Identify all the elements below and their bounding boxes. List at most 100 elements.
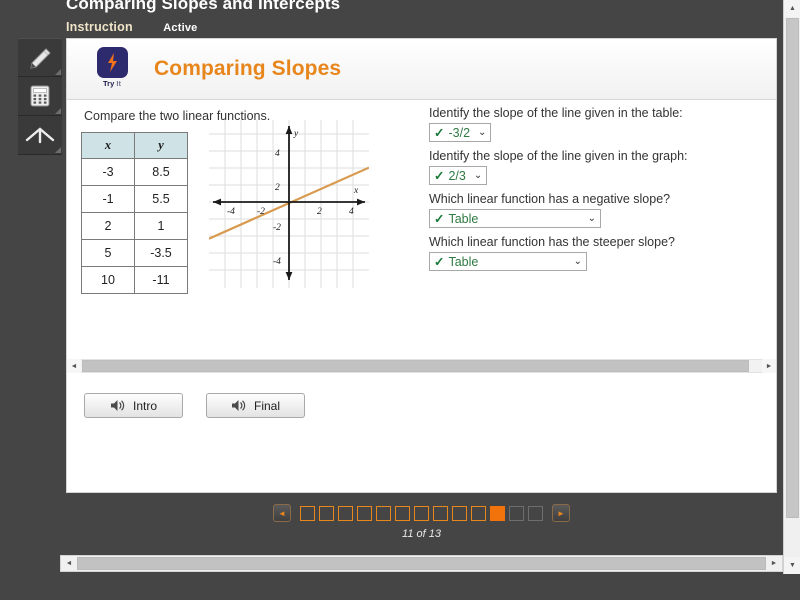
scroll-left-icon[interactable]: ◄ — [67, 359, 81, 373]
it-text: It — [116, 79, 121, 88]
scroll-up-icon[interactable]: ▲ — [784, 0, 800, 17]
answer-value: -3/2 — [448, 125, 471, 140]
highlighter-tool[interactable] — [18, 38, 62, 77]
pagination-next-button[interactable]: ► — [552, 504, 570, 522]
try-it-logo: Try It — [92, 47, 132, 91]
check-icon: ✓ — [434, 126, 445, 140]
window-vertical-scrollbar[interactable]: ▲ ▼ — [783, 0, 800, 574]
scroll-right-icon[interactable]: ► — [762, 359, 776, 373]
page-status: 11 of 13 — [402, 528, 441, 540]
cell-x: -1 — [81, 185, 135, 213]
pagination-prev-button[interactable]: ◄ — [273, 504, 291, 522]
scroll-thumb[interactable] — [82, 360, 750, 372]
cell-y: -11 — [134, 266, 188, 294]
chevron-down-icon: ⌄ — [573, 255, 582, 267]
question-block: Identify the slope of the line given in … — [429, 149, 749, 185]
table-row: 2 1 — [81, 212, 188, 240]
svg-text:4: 4 — [349, 207, 354, 217]
pencil-icon — [30, 47, 51, 69]
page-square-2[interactable] — [319, 505, 334, 521]
answer-dropdown-graph-slope[interactable]: ✓ 2/3 ⌄ — [429, 166, 488, 185]
tool-rail — [18, 38, 62, 155]
page-square-12[interactable] — [509, 505, 524, 521]
horizontal-scroll-thumb[interactable] — [77, 557, 766, 570]
table-row: 5 -3.5 — [81, 239, 188, 267]
answer-value: 2/3 — [448, 168, 466, 183]
svg-text:-4: -4 — [273, 257, 281, 267]
speaker-icon — [231, 400, 246, 411]
cell-x: 5 — [81, 239, 135, 267]
try-text: Try — [103, 79, 115, 88]
question-column: Identify the slope of the line given in … — [429, 106, 749, 278]
table-header-y: y — [134, 132, 188, 159]
intro-label: Intro — [132, 398, 157, 413]
page-square-8[interactable] — [433, 505, 448, 521]
window-horizontal-scrollbar[interactable]: ◄ ► — [60, 555, 783, 572]
pagination-bar: ◄ ► 11 of 13 — [66, 494, 777, 548]
screen-root: Comparing Slopes and Intercepts Instruct… — [0, 0, 800, 600]
page-square-6[interactable] — [395, 505, 410, 521]
activity-panel: Try It Comparing Slopes Compare the two … — [66, 38, 777, 493]
answer-dropdown-negative-slope[interactable]: ✓ Table ⌄ — [429, 209, 601, 228]
intro-audio-button[interactable]: Intro — [84, 393, 183, 418]
question-block: Identify the slope of the line given in … — [429, 106, 749, 142]
vertical-scroll-thumb[interactable] — [786, 18, 799, 518]
breadcrumb-instruction: Instruction — [66, 20, 133, 34]
answer-dropdown-table-slope[interactable]: ✓ -3/2 ⌄ — [429, 123, 492, 142]
page-square-10[interactable] — [471, 505, 486, 521]
scroll-right-icon[interactable]: ► — [766, 556, 782, 571]
collapse-tool[interactable] — [18, 116, 62, 155]
cell-y: 1 — [134, 212, 188, 240]
cell-x: -3 — [81, 158, 135, 186]
chevron-down-icon: ⌄ — [473, 169, 483, 181]
try-it-caption: Try It — [103, 79, 121, 88]
page-squares-row: ◄ ► — [66, 494, 777, 522]
activity-body: Compare the two linear functions. x y -3… — [67, 100, 776, 432]
breadcrumb: Instruction Active — [66, 18, 197, 36]
page-square-current-11[interactable] — [490, 505, 505, 521]
breadcrumb-active: Active — [163, 22, 198, 34]
answer-value: Table — [448, 211, 479, 226]
svg-text:2: 2 — [317, 207, 322, 217]
graph-svg: -4 -2 2 4 4 2 -2 -4 x y — [208, 120, 370, 288]
page-square-5[interactable] — [376, 505, 391, 521]
page-square-1[interactable] — [300, 505, 315, 521]
page-square-3[interactable] — [338, 505, 353, 521]
calculator-tool[interactable] — [18, 77, 62, 116]
table-header-x: x — [81, 132, 135, 159]
cell-y: -3.5 — [134, 239, 188, 267]
page-square-4[interactable] — [357, 505, 372, 521]
svg-text:-4: -4 — [227, 207, 235, 217]
lightning-badge — [96, 47, 128, 78]
question-text: Identify the slope of the line given in … — [429, 106, 683, 120]
scroll-track[interactable] — [81, 360, 762, 372]
question-text: Which linear function has the steeper sl… — [429, 235, 675, 249]
page-square-13[interactable] — [528, 505, 543, 521]
question-text: Identify the slope of the line given in … — [429, 149, 688, 163]
check-icon: ✓ — [434, 169, 445, 183]
scroll-track[interactable] — [77, 556, 766, 571]
page-title: Comparing Slopes and Intercepts — [66, 0, 341, 13]
line-graph: -4 -2 2 4 4 2 -2 -4 x y — [208, 120, 370, 288]
svg-text:4: 4 — [275, 149, 280, 159]
cell-y: 8.5 — [134, 158, 188, 186]
cell-x: 2 — [81, 212, 135, 240]
answer-dropdown-steeper-slope[interactable]: ✓ Table ⌄ — [429, 252, 587, 271]
question-block: Which linear function has the steeper sl… — [429, 235, 749, 271]
check-icon: ✓ — [434, 255, 445, 269]
page-square-7[interactable] — [414, 505, 429, 521]
cell-x: 10 — [81, 266, 135, 294]
question-text: Which linear function has a negative slo… — [429, 192, 671, 206]
calculator-icon — [30, 85, 50, 107]
scroll-left-icon[interactable]: ◄ — [61, 556, 77, 571]
lightning-bolt-icon — [107, 53, 117, 72]
svg-text:y: y — [293, 129, 299, 139]
svg-text:-2: -2 — [257, 207, 265, 217]
page-square-9[interactable] — [452, 505, 467, 521]
content-horizontal-scrollbar[interactable]: ◄ ► — [67, 359, 776, 373]
final-audio-button[interactable]: Final — [206, 393, 305, 418]
answer-value: Table — [448, 254, 479, 269]
scroll-down-icon[interactable]: ▼ — [784, 557, 800, 574]
final-label: Final — [253, 398, 280, 413]
svg-text:2: 2 — [275, 183, 280, 193]
